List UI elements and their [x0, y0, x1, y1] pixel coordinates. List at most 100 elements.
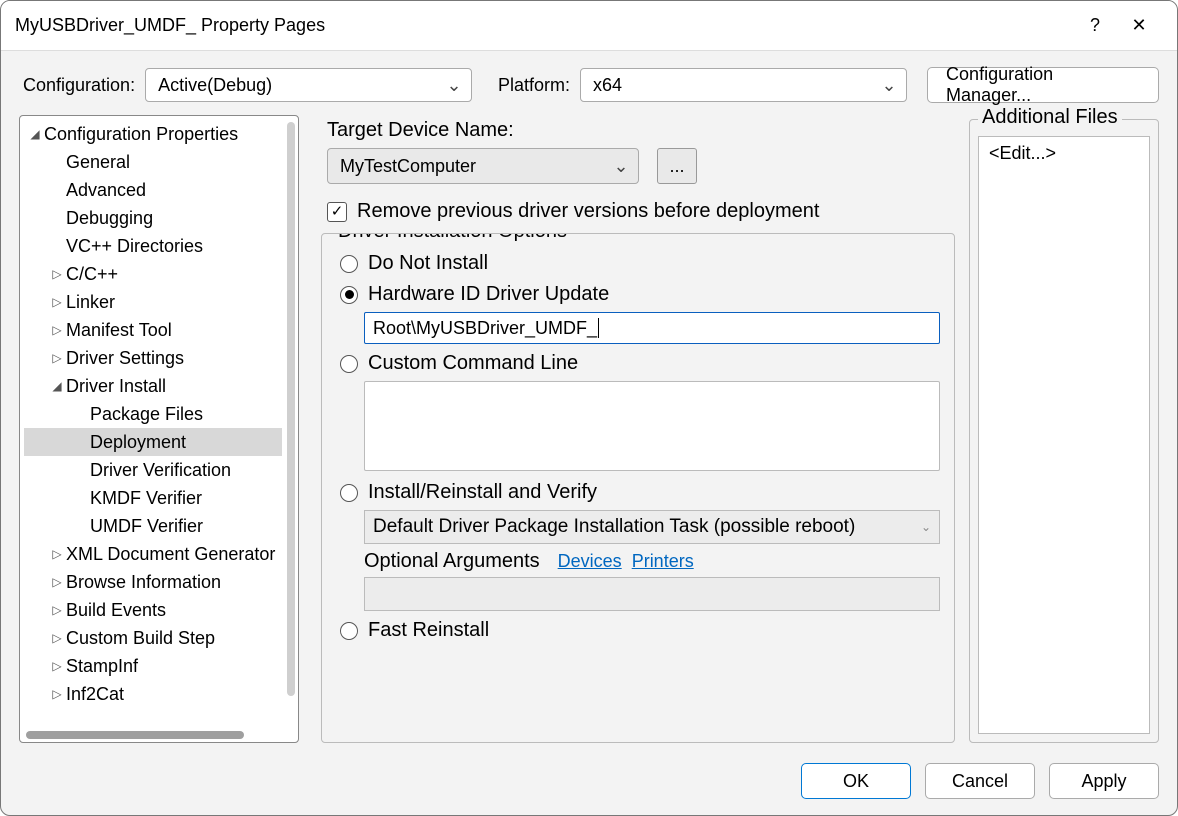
configuration-manager-button[interactable]: Configuration Manager...	[927, 67, 1159, 103]
platform-combo[interactable]: x64 ⌄	[580, 68, 907, 102]
tree-item-driver-verification[interactable]: ▷Driver Verification	[24, 456, 282, 484]
cancel-button[interactable]: Cancel	[925, 763, 1035, 799]
dialog-buttons: OK Cancel Apply	[1, 753, 1177, 815]
tree-scrollbar-horizontal[interactable]	[26, 731, 244, 739]
printers-link[interactable]: Printers	[632, 551, 694, 572]
text-cursor	[598, 318, 599, 338]
tree-item-debugging[interactable]: ▷Debugging	[24, 204, 282, 232]
radio-hwid-update-label: Hardware ID Driver Update	[368, 283, 609, 306]
radio-hwid-update[interactable]	[340, 286, 358, 304]
tree-item-label: UMDF Verifier	[90, 516, 203, 537]
arrow-right-icon: ▷	[48, 267, 66, 281]
arrow-down-icon: ◢	[48, 379, 66, 393]
properties-tree: ◢Configuration Properties▷General▷Advanc…	[19, 115, 299, 743]
help-button[interactable]: ?	[1073, 11, 1117, 40]
optional-arguments-input[interactable]	[364, 577, 940, 611]
apply-button[interactable]: Apply	[1049, 763, 1159, 799]
tree-item-label: Driver Verification	[90, 460, 231, 481]
configuration-combo[interactable]: Active(Debug) ⌄	[145, 68, 472, 102]
tree-item-advanced[interactable]: ▷Advanced	[24, 176, 282, 204]
tree-item-deployment[interactable]: ▷Deployment	[24, 428, 282, 456]
chevron-down-icon: ⌄	[445, 75, 463, 96]
radio-fast-reinstall-label: Fast Reinstall	[368, 619, 489, 642]
configuration-value: Active(Debug)	[158, 75, 445, 96]
install-verify-task-value: Default Driver Package Installation Task…	[373, 516, 855, 538]
arrow-right-icon: ▷	[48, 659, 66, 673]
tree-item-package-files[interactable]: ▷Package Files	[24, 400, 282, 428]
tree-item-driver-settings[interactable]: ▷Driver Settings	[24, 344, 282, 372]
browse-device-button[interactable]: ...	[657, 148, 697, 184]
window-title: MyUSBDriver_UMDF_ Property Pages	[15, 15, 1073, 36]
driver-install-options-legend: Driver Installation Options	[332, 233, 573, 243]
tree-item-label: Linker	[66, 292, 115, 313]
tree-item-build-events[interactable]: ▷Build Events	[24, 596, 282, 624]
tree-item-stampinf[interactable]: ▷StampInf	[24, 652, 282, 680]
optional-arguments-label: Optional Arguments	[364, 550, 540, 573]
close-button[interactable]: ✕	[1117, 11, 1161, 40]
chevron-down-icon: ⌄	[921, 520, 931, 534]
tree-item-inf2cat[interactable]: ▷Inf2Cat	[24, 680, 282, 708]
tree-item-label: Inf2Cat	[66, 684, 124, 705]
remove-previous-checkbox[interactable]	[327, 202, 347, 222]
tree-item-general[interactable]: ▷General	[24, 148, 282, 176]
tree-root[interactable]: ◢Configuration Properties	[24, 120, 282, 148]
target-device-combo[interactable]: MyTestComputer ⌄	[327, 148, 639, 184]
tree-item-umdf-verifier[interactable]: ▷UMDF Verifier	[24, 512, 282, 540]
chevron-down-icon: ⌄	[612, 156, 630, 177]
devices-link[interactable]: Devices	[558, 551, 622, 572]
radio-install-verify-label: Install/Reinstall and Verify	[368, 481, 597, 504]
radio-install-verify[interactable]	[340, 484, 358, 502]
remove-previous-label: Remove previous driver versions before d…	[357, 200, 819, 223]
tree-item-label: Package Files	[90, 404, 203, 425]
chevron-down-icon: ⌄	[880, 75, 898, 96]
arrow-right-icon: ▷	[48, 295, 66, 309]
tree-root-label: Configuration Properties	[44, 124, 238, 145]
custom-cmd-input[interactable]	[364, 381, 940, 471]
radio-do-not-install-label: Do Not Install	[368, 252, 488, 275]
tree-item-label: Deployment	[90, 432, 186, 453]
arrow-right-icon: ▷	[48, 323, 66, 337]
deployment-form: Target Device Name: MyTestComputer ⌄ ...…	[321, 115, 955, 743]
radio-custom-cmd[interactable]	[340, 355, 358, 373]
tree-item-custom-build-step[interactable]: ▷Custom Build Step	[24, 624, 282, 652]
arrow-right-icon: ▷	[48, 575, 66, 589]
tree-item-label: KMDF Verifier	[90, 488, 202, 509]
tree-item-label: VC++ Directories	[66, 236, 203, 257]
tree-item-linker[interactable]: ▷Linker	[24, 288, 282, 316]
platform-label: Platform:	[498, 75, 570, 96]
additional-files-list[interactable]: <Edit...>	[978, 136, 1150, 734]
arrow-right-icon: ▷	[48, 603, 66, 617]
platform-value: x64	[593, 75, 880, 96]
target-device-label: Target Device Name:	[327, 119, 955, 142]
tree-item-label: Manifest Tool	[66, 320, 172, 341]
radio-do-not-install[interactable]	[340, 255, 358, 273]
tree-item-label: Driver Install	[66, 376, 166, 397]
install-verify-task-select[interactable]: Default Driver Package Installation Task…	[364, 510, 940, 544]
tree-item-label: Advanced	[66, 180, 146, 201]
target-device-value: MyTestComputer	[340, 156, 612, 177]
tree-item-driver-install[interactable]: ◢Driver Install	[24, 372, 282, 400]
tree-item-c-c-[interactable]: ▷C/C++	[24, 260, 282, 288]
tree-item-manifest-tool[interactable]: ▷Manifest Tool	[24, 316, 282, 344]
radio-fast-reinstall[interactable]	[340, 622, 358, 640]
arrow-right-icon: ▷	[48, 351, 66, 365]
hwid-input[interactable]: Root\MyUSBDriver_UMDF_	[364, 312, 940, 344]
tree-item-vc-directories[interactable]: ▷VC++ Directories	[24, 232, 282, 260]
tree-item-browse-information[interactable]: ▷Browse Information	[24, 568, 282, 596]
tree-item-label: Build Events	[66, 600, 166, 621]
tree-item-label: Debugging	[66, 208, 153, 229]
tree-item-xml-document-generator[interactable]: ▷XML Document Generator	[24, 540, 282, 568]
arrow-right-icon: ▷	[48, 547, 66, 561]
additional-files-legend: Additional Files	[978, 106, 1122, 129]
titlebar: MyUSBDriver_UMDF_ Property Pages ? ✕	[1, 1, 1177, 51]
property-pages-dialog: MyUSBDriver_UMDF_ Property Pages ? ✕ Con…	[0, 0, 1178, 816]
hwid-value: Root\MyUSBDriver_UMDF_	[373, 318, 597, 339]
radio-custom-cmd-label: Custom Command Line	[368, 352, 578, 375]
tree-item-label: XML Document Generator	[66, 544, 275, 565]
tree-item-label: StampInf	[66, 656, 138, 677]
driver-install-options-group: Driver Installation Options Do Not Insta…	[321, 233, 955, 743]
tree-item-kmdf-verifier[interactable]: ▷KMDF Verifier	[24, 484, 282, 512]
tree-scrollbar-vertical[interactable]	[287, 122, 295, 696]
ok-button[interactable]: OK	[801, 763, 911, 799]
tree-item-label: General	[66, 152, 130, 173]
